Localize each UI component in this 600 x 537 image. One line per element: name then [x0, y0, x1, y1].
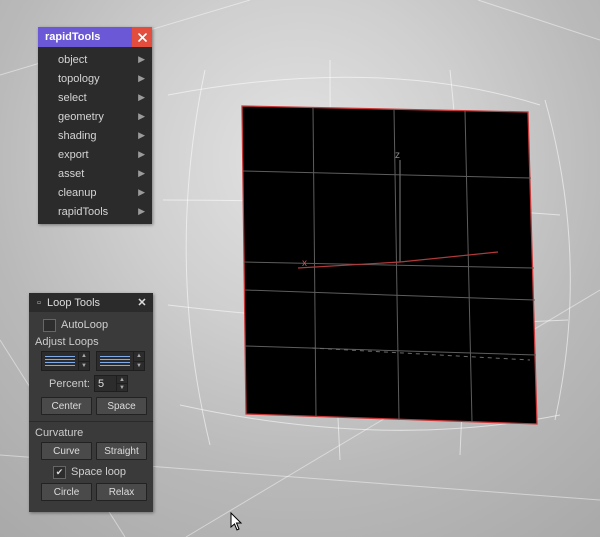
circle-button[interactable]: Circle	[41, 483, 92, 501]
axis-label-x: x	[302, 258, 307, 269]
menu-item-object[interactable]: object ▶	[38, 50, 152, 69]
menu-item-label: asset	[58, 168, 132, 180]
menu-item-cleanup[interactable]: cleanup ▶	[38, 183, 152, 202]
menu-item-label: object	[58, 54, 132, 66]
chevron-right-icon: ▶	[138, 130, 145, 141]
loop-tools-title-label: Loop Tools	[45, 297, 135, 309]
loop-density-stepper-b[interactable]: ▲▼	[96, 351, 145, 371]
spinner-icon[interactable]: ▲▼	[78, 352, 89, 370]
menu-item-label: export	[58, 149, 132, 161]
menu-item-export[interactable]: export ▶	[38, 145, 152, 164]
checkbox-icon	[43, 319, 56, 332]
chevron-right-icon: ▶	[138, 73, 145, 84]
autoloop-checkbox[interactable]: AutoLoop	[43, 317, 147, 333]
separator	[29, 421, 153, 422]
menu-item-label: select	[58, 92, 132, 104]
menu-item-topology[interactable]: topology ▶	[38, 69, 152, 88]
straight-button[interactable]: Straight	[96, 442, 147, 460]
chevron-right-icon: ▶	[138, 54, 145, 65]
menu-item-geometry[interactable]: geometry ▶	[38, 107, 152, 126]
relax-button[interactable]: Relax	[96, 483, 147, 501]
adjust-loops-header: Adjust Loops	[35, 336, 147, 348]
menu-item-rapidtools[interactable]: rapidTools ▶	[38, 202, 152, 221]
rapidtools-titlebar[interactable]: rapidTools	[38, 27, 152, 47]
percent-value: 5	[95, 378, 116, 390]
autoloop-label: AutoLoop	[61, 319, 108, 331]
menu-item-asset[interactable]: asset ▶	[38, 164, 152, 183]
stripes-icon	[97, 352, 133, 370]
loop-density-stepper-a[interactable]: ▲▼	[41, 351, 90, 371]
axis-label-z: z	[395, 150, 400, 161]
rollout-toggle-icon[interactable]: ▫	[33, 297, 45, 309]
menu-item-label: cleanup	[58, 187, 132, 199]
menu-item-shading[interactable]: shading ▶	[38, 126, 152, 145]
rapidtools-title-label: rapidTools	[38, 31, 132, 43]
chevron-right-icon: ▶	[138, 168, 145, 179]
chevron-right-icon: ▶	[138, 187, 145, 198]
loop-tools-panel: ▫ Loop Tools ✕ AutoLoop Adjust Loops ▲▼ …	[29, 293, 153, 512]
chevron-right-icon: ▶	[138, 206, 145, 217]
spinner-icon[interactable]: ▲▼	[133, 352, 144, 370]
curve-button[interactable]: Curve	[41, 442, 92, 460]
menu-item-label: geometry	[58, 111, 132, 123]
curvature-header: Curvature	[35, 427, 147, 439]
spinner-icon[interactable]: ▲▼	[116, 376, 127, 391]
rapidtools-menu-body: object ▶ topology ▶ select ▶ geometry ▶ …	[38, 47, 152, 224]
percent-label: Percent:	[49, 378, 90, 390]
close-icon[interactable]: ✕	[135, 296, 149, 309]
chevron-right-icon: ▶	[138, 92, 145, 103]
menu-item-label: rapidTools	[58, 206, 132, 218]
loop-tools-titlebar[interactable]: ▫ Loop Tools ✕	[29, 293, 153, 312]
center-button[interactable]: Center	[41, 397, 92, 415]
menu-item-label: shading	[58, 130, 132, 142]
space-button[interactable]: Space	[96, 397, 147, 415]
chevron-right-icon: ▶	[138, 111, 145, 122]
stripes-icon	[42, 352, 78, 370]
space-loop-checkbox[interactable]: Space loop	[53, 464, 147, 480]
chevron-right-icon: ▶	[138, 149, 145, 160]
space-loop-label: Space loop	[71, 466, 126, 478]
menu-item-label: topology	[58, 73, 132, 85]
menu-item-select[interactable]: select ▶	[38, 88, 152, 107]
checkbox-icon	[53, 466, 66, 479]
rapidtools-menu: rapidTools object ▶ topology ▶ select ▶ …	[38, 27, 152, 224]
close-icon[interactable]	[132, 27, 152, 47]
percent-spinner[interactable]: 5 ▲▼	[94, 375, 128, 392]
